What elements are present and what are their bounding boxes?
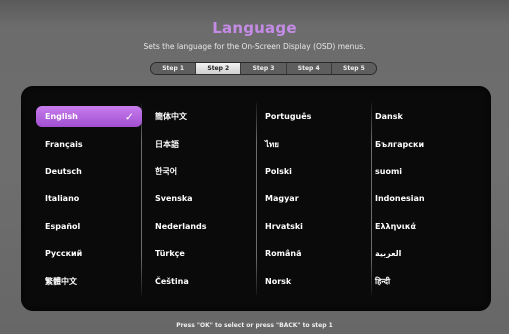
language-option[interactable]: Dansk [366,103,472,130]
step-indicator: Step 1 Step 2 Step 3 Step 4 Step 5 [150,62,377,75]
language-option[interactable]: Português [256,103,366,130]
language-option[interactable]: Deutsch [36,158,146,185]
language-option[interactable]: العربية [366,240,472,267]
osd-screen: Language Sets the language for the On-Sc… [0,0,509,334]
step-2: Step 2 [196,63,242,74]
footer-hint: Press "OK" to select or press "BACK" to … [176,322,333,329]
language-grid: English ✓ Français Deutsch Italiano Espa… [36,103,472,295]
language-option[interactable]: Italiano [36,185,146,212]
language-option[interactable]: suomi [366,158,472,185]
language-option[interactable]: Български [366,130,472,157]
language-option[interactable]: Svenska [146,185,256,212]
step-3: Step 3 [241,63,287,74]
language-option[interactable]: Русский [36,240,146,267]
language-option[interactable]: Français [36,130,146,157]
language-option[interactable]: ไทย [256,130,366,157]
check-icon: ✓ [124,110,134,124]
language-option[interactable]: 簡体中文 [146,103,256,130]
page-subtitle: Sets the language for the On-Screen Disp… [143,42,366,51]
language-option-english[interactable]: English ✓ [36,106,142,128]
step-4: Step 4 [286,63,332,74]
language-option[interactable]: Indonesian [366,185,472,212]
language-option[interactable]: Norsk [256,267,366,294]
step-1: Step 1 [151,63,197,74]
language-option[interactable]: 繁體中文 [36,267,146,294]
language-option[interactable]: Ελληνικά [366,213,472,240]
language-option[interactable]: हिन्दी [366,267,472,294]
language-option[interactable]: 日本語 [146,130,256,157]
language-option[interactable]: Magyar [256,185,366,212]
step-5: Step 5 [331,63,376,74]
language-option[interactable]: Polski [256,158,366,185]
language-option[interactable]: Čeština [146,267,256,294]
language-label: English [45,112,78,122]
language-option[interactable]: Hrvatski [256,213,366,240]
language-option[interactable]: Türkçe [146,240,256,267]
page-title: Language [212,19,297,37]
language-option[interactable]: Español [36,213,146,240]
language-option[interactable]: Română [256,240,366,267]
language-option[interactable]: 한국어 [146,158,256,185]
language-option[interactable]: Nederlands [146,213,256,240]
